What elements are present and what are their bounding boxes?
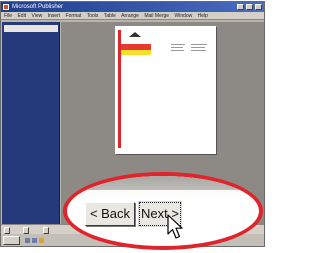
letterhead-page-preview — [115, 26, 216, 154]
logo-icon — [129, 32, 141, 37]
quick-launch-icon[interactable] — [25, 238, 30, 243]
menu-insert[interactable]: Insert — [48, 12, 61, 20]
app-icon — [3, 4, 9, 10]
menu-edit[interactable]: Edit — [17, 12, 26, 20]
menu-arrange[interactable]: Arrange — [121, 12, 139, 20]
zoom-background-strip — [67, 176, 259, 190]
status-button-3[interactable] — [43, 227, 49, 234]
zoom-callout: < Back Next > — [63, 172, 263, 250]
contact-line — [191, 47, 205, 48]
close-button[interactable] — [255, 4, 262, 10]
quick-launch-icon[interactable] — [32, 238, 37, 243]
menu-bar: File Edit View Insert Format Tools Table… — [1, 12, 264, 20]
back-button[interactable]: < Back — [85, 202, 135, 226]
window-title: Microsoft Publisher — [12, 4, 64, 10]
task-pane — [2, 22, 60, 224]
page-yellow-band — [121, 50, 151, 55]
start-button[interactable] — [3, 236, 20, 245]
maximize-button[interactable] — [246, 4, 253, 10]
contact-line — [191, 44, 207, 45]
arrow-pointer-icon — [167, 214, 183, 239]
menu-mail-merge[interactable]: Mail Merge — [144, 12, 169, 20]
address-line — [171, 47, 183, 48]
address-line — [171, 44, 185, 45]
menu-window[interactable]: Window — [174, 12, 192, 20]
status-button-1[interactable] — [4, 227, 10, 234]
menu-view[interactable]: View — [31, 12, 42, 20]
menu-table[interactable]: Table — [104, 12, 116, 20]
address-line — [171, 50, 184, 51]
menu-format[interactable]: Format — [66, 12, 82, 20]
status-button-2[interactable] — [23, 227, 29, 234]
title-bar: Microsoft Publisher — [1, 2, 264, 12]
minimize-button[interactable] — [237, 4, 244, 10]
contact-line — [191, 50, 206, 51]
menu-help[interactable]: Help — [198, 12, 208, 20]
task-pane-header — [4, 25, 58, 32]
quick-launch-icon[interactable] — [39, 238, 44, 243]
menu-file[interactable]: File — [4, 12, 12, 20]
menu-tools[interactable]: Tools — [87, 12, 99, 20]
